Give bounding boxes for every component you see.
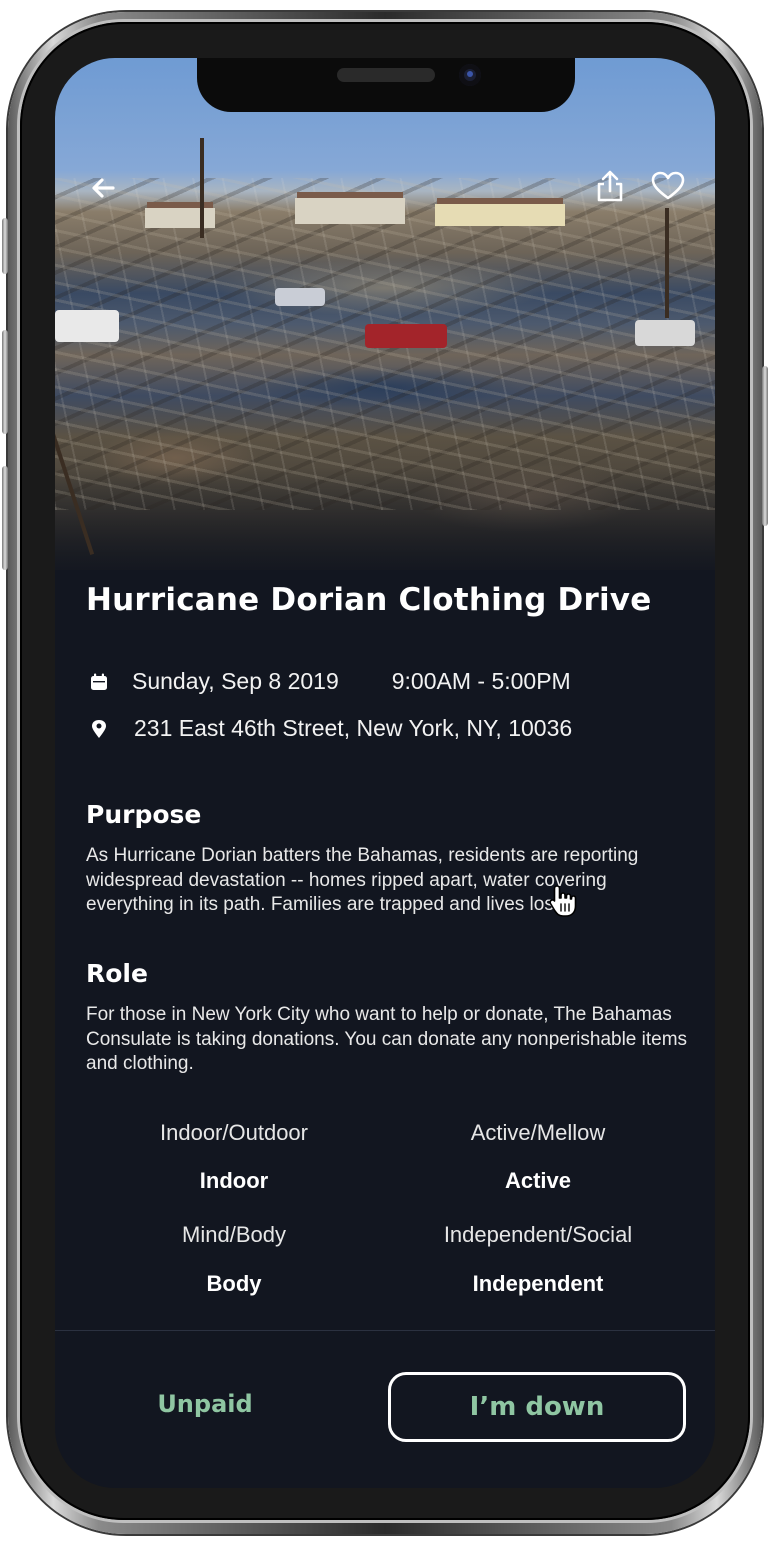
purpose-text: As Hurricane Dorian batters the Bahamas,…: [86, 845, 639, 915]
volume-down-button: [2, 466, 8, 570]
back-button[interactable]: [85, 170, 121, 206]
footer-divider: [55, 1330, 715, 1331]
front-camera: [459, 64, 481, 86]
attribute-label: Mind/Body: [182, 1222, 286, 1247]
role-text: For those in New York City who want to h…: [86, 1004, 688, 1074]
heart-icon: [651, 171, 685, 200]
hero-scene-tree: [665, 208, 669, 318]
location-pin-icon: [86, 719, 112, 739]
notch: [197, 58, 575, 112]
hero-scene-tree: [200, 138, 204, 238]
attribute-label: Active/Mellow: [470, 1120, 606, 1145]
share-icon: [597, 170, 623, 202]
location-row[interactable]: 231 East 46th Street, New York, NY, 1003…: [86, 715, 572, 742]
hero-scene-car: [365, 324, 447, 348]
event-title: Hurricane Dorian Clothing Drive: [86, 582, 652, 618]
share-button[interactable]: [592, 166, 628, 206]
hero-scene-house: [435, 204, 565, 226]
hand-cursor-icon: [549, 884, 577, 923]
attribute-value: Indoor: [199, 1168, 269, 1193]
date-time-row: Sunday, Sep 8 2019 9:00AM - 5:00PM: [86, 668, 571, 695]
hero-scene-car: [55, 310, 119, 342]
attribute-value: Body: [206, 1271, 262, 1296]
arrow-left-icon: [92, 178, 115, 198]
role-heading: Role: [86, 959, 148, 988]
attribute-value: Active: [504, 1168, 572, 1193]
im-down-button[interactable]: I’m down: [388, 1372, 686, 1442]
event-address: 231 East 46th Street, New York, NY, 1003…: [134, 715, 573, 741]
power-button: [762, 366, 768, 526]
event-time: 9:00AM - 5:00PM: [391, 668, 571, 694]
payment-status: Unpaid: [157, 1390, 253, 1418]
hero-scene-car: [275, 288, 325, 306]
app-screen: Hurricane Dorian Clothing Drive Sunday, …: [55, 58, 715, 1488]
calendar-icon: [86, 673, 112, 691]
hero-image: [55, 58, 715, 570]
mute-switch: [2, 218, 8, 274]
purpose-heading: Purpose: [86, 800, 202, 829]
hero-scene-house: [295, 198, 405, 224]
event-date: Sunday, Sep 8 2019: [132, 668, 339, 694]
attribute-label: Indoor/Outdoor: [160, 1120, 308, 1145]
attribute-value: Independent: [472, 1271, 604, 1296]
hero-scene-car: [635, 320, 695, 346]
speaker-grille: [337, 68, 435, 82]
favorite-button[interactable]: [649, 168, 687, 204]
attribute-label: Independent/Social: [443, 1222, 633, 1247]
hero-scene-house: [145, 208, 215, 228]
volume-up-button: [2, 330, 8, 434]
